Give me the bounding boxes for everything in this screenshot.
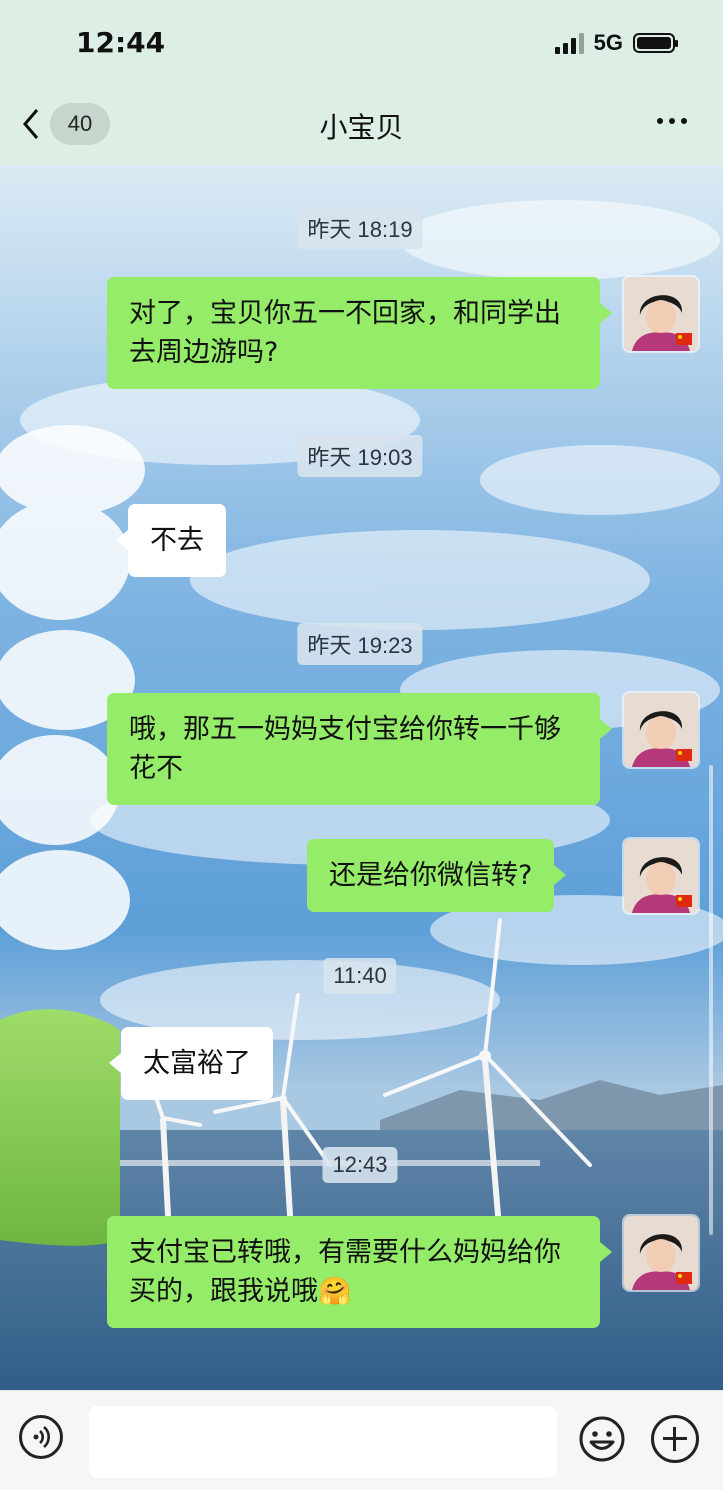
message-text: 太富裕了 bbox=[143, 1048, 251, 1079]
time-label: 昨天 19:23 bbox=[297, 623, 423, 665]
message-text: 不去 bbox=[150, 525, 204, 556]
more-dots-icon[interactable] bbox=[657, 118, 687, 124]
scrollbar[interactable] bbox=[709, 765, 713, 1235]
avatar[interactable] bbox=[624, 1216, 698, 1290]
chat-title: 小宝贝 bbox=[319, 111, 404, 144]
avatar-image bbox=[624, 1216, 698, 1290]
nav-bar: 40 小宝贝 bbox=[0, 90, 723, 165]
status-indicators: 5G bbox=[554, 30, 678, 56]
outgoing-message[interactable]: 对了，宝贝你五一不回家，和同学出去周边游吗? bbox=[107, 277, 612, 389]
outgoing-message[interactable]: 哦，那五一妈妈支付宝给你转一千够花不 bbox=[107, 693, 612, 805]
status-time: 12:44 bbox=[76, 26, 166, 59]
hug-emoji-icon: 🤗 bbox=[318, 1276, 352, 1307]
time-label: 昨天 19:03 bbox=[297, 435, 423, 477]
avatar-image bbox=[624, 693, 698, 767]
outgoing-message[interactable]: 支付宝已转哦，有需要什么妈妈给你买的，跟我说哦🤗 bbox=[107, 1216, 612, 1328]
voice-icon[interactable] bbox=[19, 1415, 63, 1459]
avatar-image bbox=[624, 277, 698, 351]
message-input[interactable] bbox=[89, 1406, 557, 1478]
network-type: 5G bbox=[593, 30, 623, 55]
time-label: 12:43 bbox=[322, 1147, 398, 1183]
message-text: 对了，宝贝你五一不回家，和同学出去周边游吗? bbox=[129, 298, 561, 368]
time-label: 昨天 18:19 bbox=[297, 207, 423, 249]
status-bar: 12:44 5G bbox=[0, 0, 723, 90]
plus-icon[interactable] bbox=[651, 1415, 699, 1463]
avatar-image bbox=[624, 839, 698, 913]
time-label: 11:40 bbox=[323, 958, 397, 994]
emoji-icon[interactable] bbox=[578, 1415, 626, 1463]
message-text: 还是给你微信转? bbox=[329, 860, 533, 891]
message-text: 哦，那五一妈妈支付宝给你转一千够花不 bbox=[129, 714, 561, 784]
incoming-message[interactable]: 不去 bbox=[116, 504, 226, 577]
signal-icon bbox=[554, 32, 584, 54]
incoming-message[interactable]: 太富裕了 bbox=[109, 1027, 273, 1100]
outgoing-message[interactable]: 还是给你微信转? bbox=[307, 839, 567, 912]
battery-icon bbox=[633, 33, 678, 53]
avatar[interactable] bbox=[624, 693, 698, 767]
avatar[interactable] bbox=[624, 839, 698, 913]
avatar[interactable] bbox=[624, 277, 698, 351]
input-bar bbox=[0, 1390, 723, 1490]
